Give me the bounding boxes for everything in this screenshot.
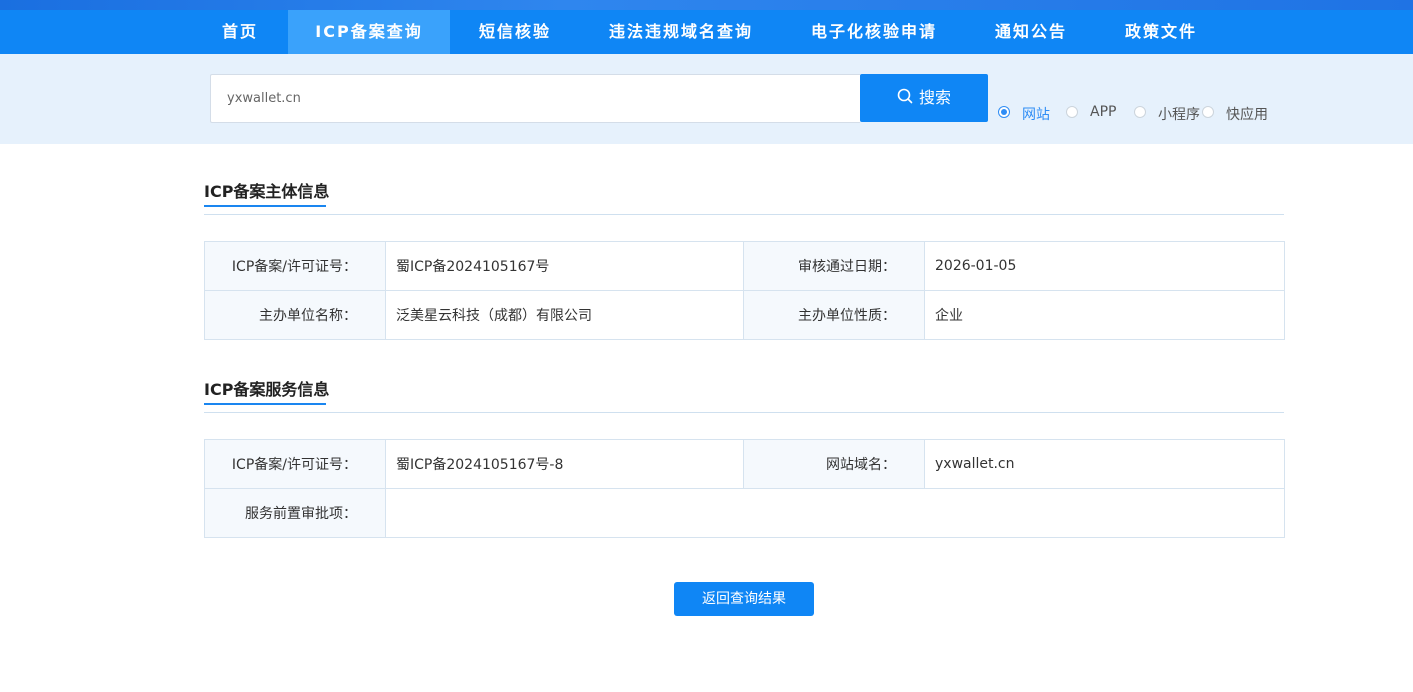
radio-label: 网站 (1022, 107, 1050, 123)
label-service-license-no: ICP备案/许可证号： (204, 439, 386, 489)
radio-app[interactable]: APP (1066, 104, 1126, 122)
table-row: ICP备案/许可证号： 蜀ICP备2024105167号 审核通过日期： 202… (204, 241, 1285, 291)
search-input[interactable]: yxwallet.cn (210, 74, 860, 123)
value-website-domain: yxwallet.cn (924, 439, 1285, 489)
search-band: yxwallet.cn 搜索 网站 APP 小程序 快应用 (0, 54, 1413, 144)
subject-info-table: ICP备案/许可证号： 蜀ICP备2024105167号 审核通过日期： 202… (204, 241, 1285, 340)
radio-dot (1202, 106, 1214, 118)
section-title-underline (204, 403, 326, 405)
label-pre-approval: 服务前置审批项： (204, 488, 386, 538)
label-organizer-name: 主办单位名称： (204, 290, 386, 340)
value-pre-approval (385, 488, 1285, 538)
nav-policy-docs[interactable]: 政策文件 (1114, 10, 1208, 54)
nav-notices[interactable]: 通知公告 (984, 10, 1078, 54)
label-website-domain: 网站域名： (743, 439, 925, 489)
section-title-subject: ICP备案主体信息 (204, 182, 330, 201)
radio-label: APP (1090, 104, 1117, 120)
value-organizer-name: 泛美星云科技（成都）有限公司 (385, 290, 744, 340)
nav-icp-query[interactable]: ICP备案查询 (288, 10, 450, 54)
nav-sms-verify[interactable]: 短信核验 (462, 10, 568, 54)
radio-label: 快应用 (1226, 107, 1268, 123)
value-license-no: 蜀ICP备2024105167号 (385, 241, 744, 291)
radio-website[interactable]: 网站 (998, 104, 1058, 123)
section-title-underline (204, 205, 326, 207)
table-row: 主办单位名称： 泛美星云科技（成都）有限公司 主办单位性质： 企业 (204, 290, 1285, 340)
search-button[interactable]: 搜索 (860, 74, 988, 122)
value-organizer-type: 企业 (924, 290, 1285, 340)
section-title-service: ICP备案服务信息 (204, 380, 330, 399)
nav-home[interactable]: 首页 (204, 10, 276, 54)
radio-dot (1134, 106, 1146, 118)
search-icon (897, 75, 913, 123)
label-license-no: ICP备案/许可证号： (204, 241, 386, 291)
value-service-license-no: 蜀ICP备2024105167号-8 (385, 439, 744, 489)
radio-mini-program[interactable]: 小程序 (1134, 104, 1200, 123)
search-button-label: 搜索 (918, 88, 951, 107)
service-info-table: ICP备案/许可证号： 蜀ICP备2024105167号-8 网站域名： yxw… (204, 439, 1285, 538)
section-divider (204, 412, 1284, 413)
back-to-results-button[interactable]: 返回查询结果 (674, 582, 814, 616)
nav-electronic-verify[interactable]: 电子化核验申请 (800, 10, 948, 54)
section-divider (204, 214, 1284, 215)
label-organizer-type: 主办单位性质： (743, 290, 925, 340)
table-row: ICP备案/许可证号： 蜀ICP备2024105167号-8 网站域名： yxw… (204, 439, 1285, 489)
nav-illegal-domain-query[interactable]: 违法违规域名查询 (598, 10, 764, 54)
table-row: 服务前置审批项： (204, 488, 1285, 538)
radio-dot (1066, 106, 1078, 118)
label-approval-date: 审核通过日期： (743, 241, 925, 291)
top-banner-strip (0, 0, 1413, 10)
radio-quick-app[interactable]: 快应用 (1202, 104, 1272, 123)
main-nav: 首页 ICP备案查询 短信核验 违法违规域名查询 电子化核验申请 通知公告 政策… (0, 10, 1413, 54)
value-approval-date: 2026-01-05 (924, 241, 1285, 291)
radio-label: 小程序 (1158, 107, 1200, 123)
radio-dot (998, 106, 1010, 118)
